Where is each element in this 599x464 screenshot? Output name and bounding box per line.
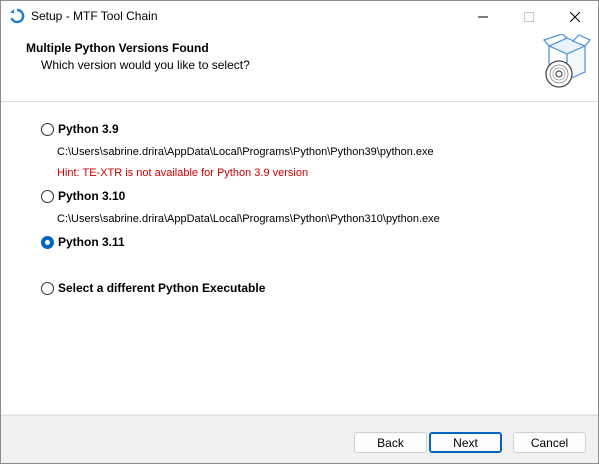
python39-hint: Hint: TE-XTR is not available for Python… (57, 167, 309, 179)
option-python39[interactable]: Python 3.9 (41, 122, 119, 136)
close-icon (570, 11, 580, 22)
wizard-footer: Back Next Cancel (1, 415, 598, 463)
close-button[interactable] (552, 1, 598, 32)
setup-window: Setup - MTF Tool Chain Multiple Python V… (0, 0, 599, 464)
option-python310[interactable]: Python 3.10 (41, 189, 125, 203)
radio-python310[interactable] (41, 189, 54, 203)
radio-python311[interactable] (41, 235, 54, 249)
maximize-icon (524, 11, 534, 22)
radio-python39[interactable] (41, 122, 54, 136)
page-subtitle: Which version would you like to select? (41, 58, 250, 72)
option-label: Select a different Python Executable (58, 281, 266, 295)
next-button[interactable]: Next (429, 432, 502, 453)
back-button[interactable]: Back (354, 432, 427, 453)
wizard-header: Multiple Python Versions Found Which ver… (1, 32, 598, 102)
setup-app-icon (10, 8, 25, 24)
radio-other-executable[interactable] (41, 281, 54, 295)
minimize-icon (478, 16, 488, 17)
option-python311[interactable]: Python 3.11 (41, 235, 125, 249)
cancel-button[interactable]: Cancel (513, 432, 586, 453)
wizard-content: Python 3.9 C:\Users\sabrine.drira\AppDat… (1, 102, 598, 414)
minimize-button[interactable] (460, 1, 506, 32)
option-label: Python 3.9 (58, 122, 119, 136)
option-label: Python 3.11 (58, 235, 125, 249)
maximize-button[interactable] (506, 1, 552, 32)
window-title: Setup - MTF Tool Chain (31, 9, 158, 23)
option-label: Python 3.10 (58, 189, 126, 203)
option-other-executable[interactable]: Select a different Python Executable (41, 281, 265, 295)
python39-path: C:\Users\sabrine.drira\AppData\Local\Pro… (57, 146, 434, 158)
page-title: Multiple Python Versions Found (26, 41, 209, 55)
python310-path: C:\Users\sabrine.drira\AppData\Local\Pro… (57, 213, 440, 225)
title-bar[interactable]: Setup - MTF Tool Chain (1, 1, 598, 32)
install-box-cd-icon (543, 34, 591, 88)
